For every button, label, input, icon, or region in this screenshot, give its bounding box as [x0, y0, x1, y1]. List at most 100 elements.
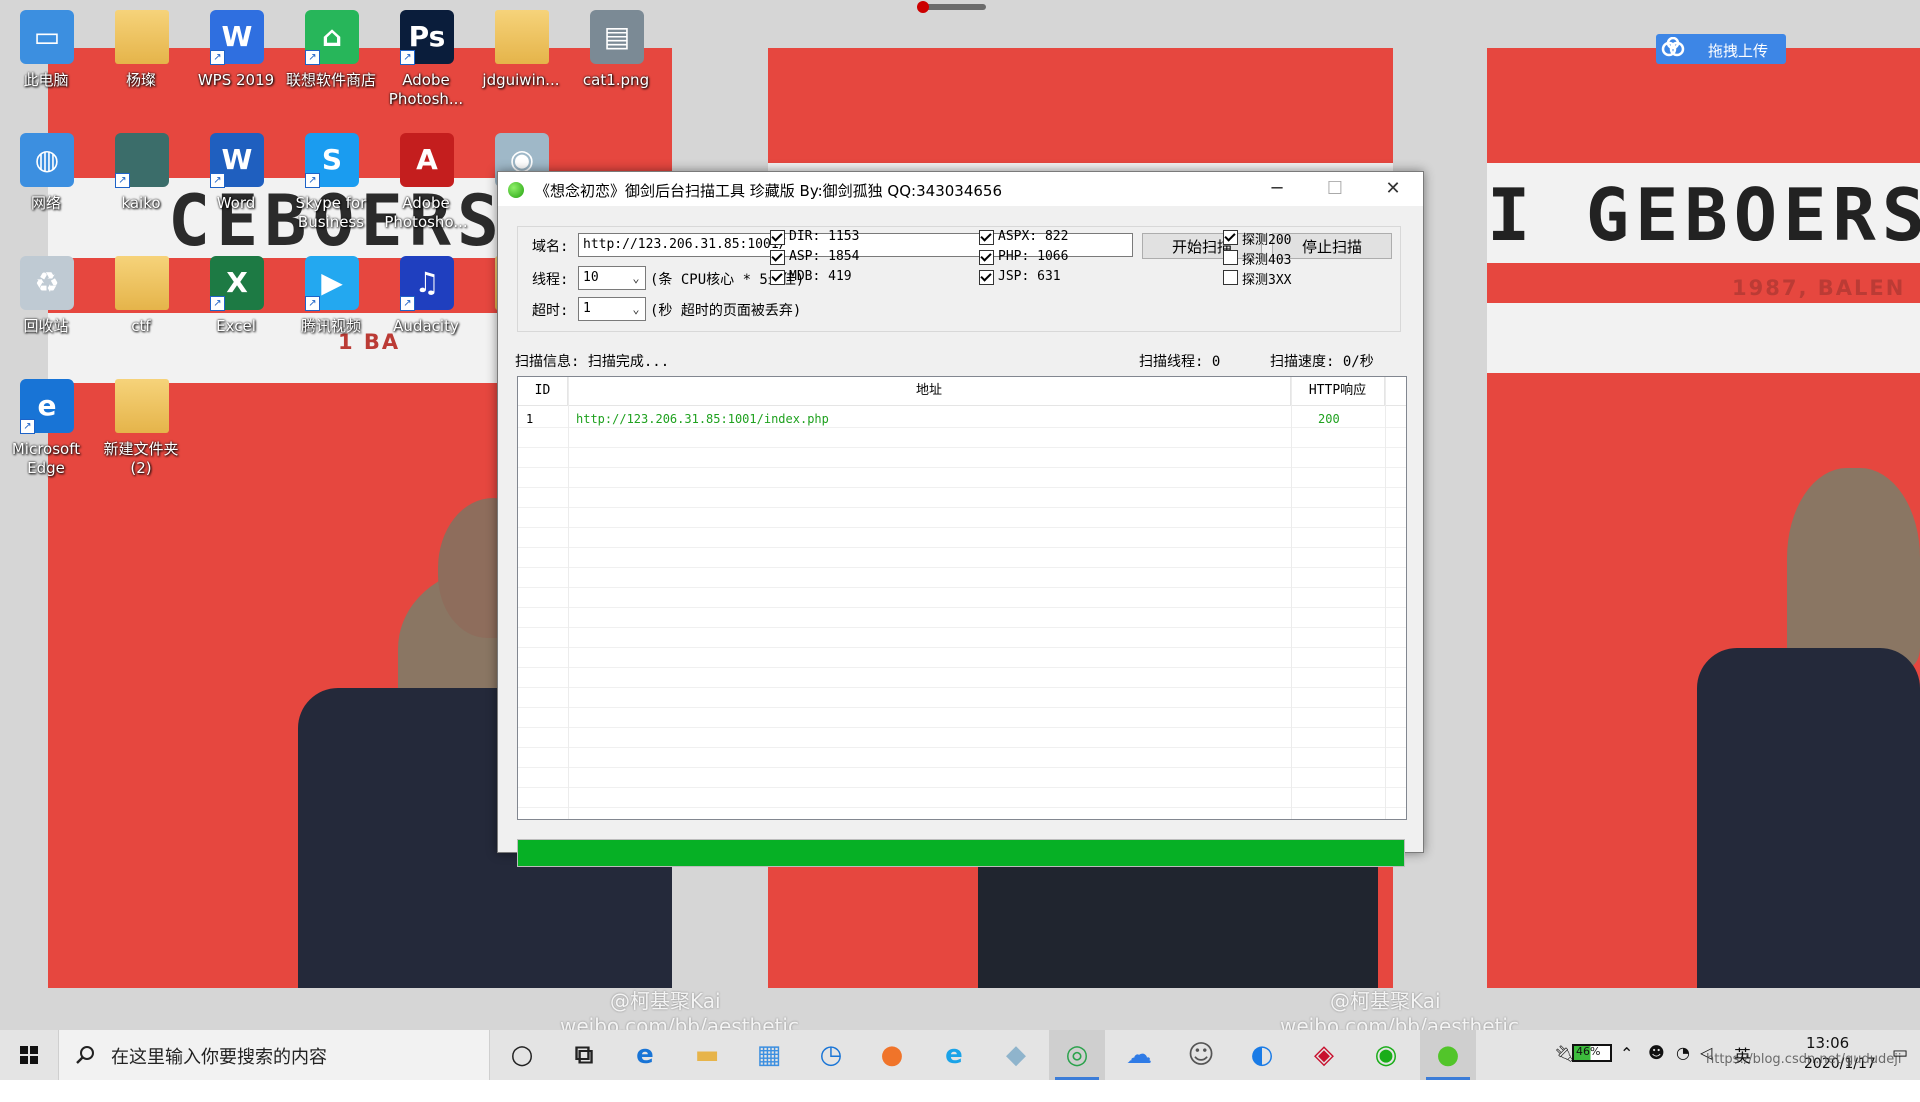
table-row-line: [518, 787, 1406, 788]
desktop-shortcut[interactable]: jdguiwin...: [475, 2, 567, 122]
taskbar-app-avatar-app[interactable]: ☺: [1173, 1030, 1229, 1080]
desktop-shortcut[interactable]: W ↗ Word: [190, 125, 282, 245]
watermark-handle: @柯基聚Kai: [1330, 989, 1441, 1013]
taskbar-search-box[interactable]: 在这里输入你要搜索的内容: [58, 1030, 490, 1080]
desktop-shortcut[interactable]: 杨璨: [95, 2, 187, 122]
desktop-shortcut[interactable]: W ↗ WPS 2019: [190, 2, 282, 122]
desktop-shortcut[interactable]: ▤ cat1.png: [570, 2, 662, 122]
checkbox-box[interactable]: [979, 270, 994, 285]
desktop-shortcut[interactable]: ▭ 此电脑: [0, 2, 92, 122]
desktop-shortcut[interactable]: S ↗ Skype for Business: [285, 125, 377, 245]
wifi-icon[interactable]: ◔: [1676, 1043, 1698, 1093]
checkbox-box[interactable]: [1223, 270, 1238, 285]
wallpaper-poster-right: I GEBOERS 1987, BALEN: [1487, 48, 1920, 988]
chevron-down-icon[interactable]: ⌄: [627, 267, 645, 289]
taskbar-app-clock-app[interactable]: ◷: [803, 1030, 859, 1080]
edge-icon: e: [636, 1040, 654, 1070]
baidu-netdisk-icon: ☁: [1126, 1040, 1152, 1070]
desktop-shortcut[interactable]: 新建文件夹 (2): [95, 371, 187, 491]
desktop-shortcut[interactable]: ◍ 网络: [0, 125, 92, 245]
shortcut-arrow-icon: ↗: [210, 173, 225, 188]
show-hidden-icons-chevron[interactable]: ⌃: [1620, 1044, 1644, 1094]
clock-app-icon: ◷: [819, 1040, 843, 1070]
window-title: 《想念初恋》御剑后台扫描工具 珍藏版 By:御剑孤独 QQ:343034656: [535, 182, 1002, 200]
taskbar-app-baidu-netdisk[interactable]: ☁: [1111, 1030, 1167, 1080]
taskbar-app-notes[interactable]: ◆: [988, 1030, 1044, 1080]
wechat-icon: ◉: [1374, 1040, 1398, 1070]
column-header-id[interactable]: ID: [518, 377, 568, 405]
taskbar-app-mcafee[interactable]: ◈: [1296, 1030, 1352, 1080]
shortcut-arrow-icon: ↗: [400, 50, 415, 65]
task-view-icon: ⧉: [574, 1040, 594, 1070]
checkbox-box[interactable]: [1223, 230, 1238, 245]
checkbox-label: DIR: 1153: [789, 229, 860, 244]
table-row-line: [518, 607, 1406, 608]
checkbox-label: PHP: 1066: [998, 249, 1069, 264]
ie-icon: e: [945, 1040, 963, 1070]
checkbox-box[interactable]: [770, 250, 785, 265]
notification-icon[interactable]: ▭: [1892, 1043, 1916, 1093]
desktop-shortcut[interactable]: ctf: [95, 248, 187, 368]
threads-select[interactable]: 10 ⌄: [578, 266, 646, 290]
desktop-icon-label: Adobe Photosh...: [388, 71, 464, 108]
taskbar-app-file-explorer[interactable]: ▬: [679, 1030, 735, 1080]
folder-icon: [115, 379, 169, 433]
taskbar-app-chrome[interactable]: ◎: [1049, 1030, 1105, 1080]
minimize-button[interactable]: ─: [1248, 172, 1306, 206]
checkbox-box[interactable]: [979, 230, 994, 245]
weibo-watermark: @柯基聚Kai weibo.com/bb/aesthetic: [1280, 985, 1519, 1030]
desktop-shortcut[interactable]: ↗ kaiko: [95, 125, 187, 245]
table-column-line: [1385, 377, 1386, 819]
desktop-icon-label: WPS 2019: [197, 71, 275, 89]
table-cell-id[interactable]: 1: [526, 412, 533, 426]
maximize-button[interactable]: ☐: [1306, 172, 1364, 206]
volume-slider-indicator: [917, 1, 986, 13]
table-cell-url[interactable]: http://123.206.31.85:1001/index.php: [576, 412, 829, 426]
close-button[interactable]: ✕: [1364, 172, 1422, 206]
watermark-url: weibo.com/bb/aesthetic: [560, 1014, 799, 1030]
chevron-down-icon[interactable]: ⌄: [627, 298, 645, 320]
timeout-select[interactable]: 1 ⌄: [578, 297, 646, 321]
timeout-label: 超时:: [532, 303, 569, 319]
taskbar-app-ie[interactable]: e: [926, 1030, 982, 1080]
taskbar-app-store[interactable]: ▦: [741, 1030, 797, 1080]
desktop-shortcut[interactable]: ▶ ↗ 腾讯视频: [285, 248, 377, 368]
zip-folder-icon: [495, 10, 549, 64]
taskbar-app-cortana[interactable]: ○: [494, 1030, 550, 1080]
cloud-drive-icon: [1660, 36, 1686, 61]
desktop-shortcut[interactable]: Ps ↗ Adobe Photosh...: [380, 2, 472, 122]
desktop-shortcut[interactable]: ♻ 回收站: [0, 248, 92, 368]
taskbar-app-scanner-app[interactable]: ●: [1420, 1030, 1476, 1080]
watermark-handle: @柯基聚Kai: [610, 989, 721, 1013]
checkbox-box[interactable]: [770, 270, 785, 285]
battery-percent: 46%: [1576, 1045, 1601, 1058]
baidu-drive-label: 拖拽上传: [1708, 42, 1769, 60]
taskbar-app-wechat[interactable]: ◉: [1358, 1030, 1414, 1080]
checkbox-box[interactable]: [770, 230, 785, 245]
column-header-http-status[interactable]: HTTP响应: [1291, 377, 1385, 405]
table-row-line: [518, 427, 1406, 428]
start-button[interactable]: [0, 1030, 58, 1080]
desktop-shortcut[interactable]: A Adobe Photosho...: [380, 125, 472, 245]
desktop-shortcut[interactable]: e ↗ Microsoft Edge: [0, 371, 92, 491]
baidu-drive-upload-button[interactable]: 拖拽上传: [1656, 34, 1786, 64]
taskbar-app-edge[interactable]: e: [617, 1030, 673, 1080]
results-table[interactable]: ID 地址 HTTP响应 1 http://123.206.31.85:1001…: [517, 376, 1407, 820]
window-titlebar[interactable]: 《想念初恋》御剑后台扫描工具 珍藏版 By:御剑孤独 QQ:343034656 …: [498, 172, 1423, 206]
network-icon: ◍: [20, 133, 74, 187]
qq-tray-icon[interactable]: ☻: [1648, 1043, 1670, 1093]
table-row-line: [518, 587, 1406, 588]
qq-browser-icon: ◐: [1250, 1040, 1274, 1070]
taskbar-app-qq-browser[interactable]: ◐: [1234, 1030, 1290, 1080]
taskbar-app-task-view[interactable]: ⧉: [556, 1030, 612, 1080]
table-cell-status[interactable]: 200: [1318, 412, 1340, 426]
desktop-shortcut[interactable]: ♫ ↗ Audacity: [380, 248, 472, 368]
checkbox-box[interactable]: [979, 250, 994, 265]
checkbox-box[interactable]: [1223, 250, 1238, 265]
desktop-shortcut[interactable]: X ↗ Excel: [190, 248, 282, 368]
taskbar-app-firefox[interactable]: ●: [864, 1030, 920, 1080]
battery-indicator[interactable]: 🔌︎ 46%: [1550, 1030, 1620, 1080]
desktop-shortcut[interactable]: ⌂ ↗ 联想软件商店: [285, 2, 377, 122]
search-placeholder: 在这里输入你要搜索的内容: [111, 1047, 327, 1068]
column-header-address[interactable]: 地址: [568, 377, 1291, 405]
